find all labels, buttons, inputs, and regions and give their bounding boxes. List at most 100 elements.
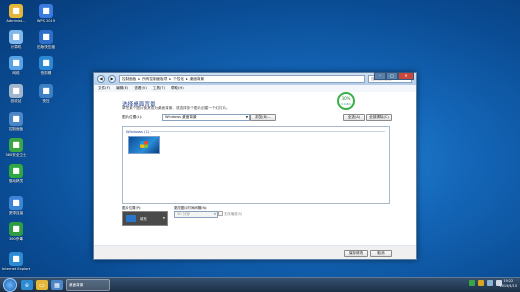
network-icon: ■ <box>9 56 23 70</box>
wps-icon: ■ <box>39 4 53 18</box>
taskbar: e ▭ ▦ 桌面背景 19:22 2019/4/15 <box>0 277 520 292</box>
clip-icon: ■ <box>39 56 53 70</box>
desktop-icon[interactable]: ■ 回收站 <box>2 84 30 103</box>
desktop-icon-label: WPS 2019 <box>36 19 56 23</box>
menu-help[interactable]: 帮助(H) <box>171 85 184 92</box>
desktop-background-window: ◀ ▶ 控制面板▸ 所有控制面板项▸ 个性化▸ 桌面背景 搜索控制面板 – □ … <box>93 72 417 260</box>
shuffle-checkbox[interactable]: 无序播放(S) <box>218 211 242 216</box>
wallpaper-thumbnail[interactable] <box>128 136 160 154</box>
window-titlebar: ◀ ▶ 控制面板▸ 所有控制面板项▸ 个性化▸ 桌面背景 搜索控制面板 – □ … <box>94 72 416 85</box>
desktop-icon-label: 驱动精灵 <box>8 179 24 183</box>
wallpaper-list: Windows (1) <box>122 126 390 204</box>
close-icon[interactable]: ✕ <box>398 72 414 80</box>
position-preview-icon <box>126 215 136 222</box>
clear-all-button[interactable]: 全部清除(C) <box>366 114 392 121</box>
forward-icon[interactable]: ▶ <box>108 75 116 83</box>
desktop-icon-label: 回收站 <box>10 99 22 103</box>
interval-value: 30 分钟 <box>177 212 190 216</box>
select-all-button[interactable]: 全选(A) <box>343 114 365 121</box>
position-select[interactable]: 填充 ▼ <box>122 211 168 226</box>
desktop-icon[interactable]: ■ 驱动精灵 <box>2 164 30 183</box>
system-tray <box>469 280 502 286</box>
clock-date: 2019/4/15 <box>499 284 517 288</box>
group-divider <box>151 131 385 132</box>
desktop-icon-label: 360安全卫士 <box>5 153 27 157</box>
desktop-icon[interactable]: ■ 快压 <box>32 84 60 103</box>
flag-tray-icon[interactable] <box>478 280 484 286</box>
menu-edit[interactable]: 编辑(E) <box>116 85 128 92</box>
chevron-down-icon: ▼ <box>162 216 165 220</box>
doc-icon: ■ <box>39 30 53 44</box>
checkbox-icon <box>218 211 223 216</box>
ie-icon: ■ <box>9 252 23 266</box>
location-value: Windows 桌面背景 <box>165 115 197 119</box>
antivirus-icon: ■ <box>9 222 23 236</box>
zip-icon: ■ <box>39 84 53 98</box>
explorer-icon[interactable]: ▭ <box>36 280 48 290</box>
page-description: 单击某个图片使其成为桌面背景，或选择多个图片创建一个幻灯片。 <box>122 106 230 110</box>
position-label: 图片位置(P): <box>122 206 142 210</box>
back-icon[interactable]: ◀ <box>97 75 105 83</box>
desktop-icon-label: 控制面板 <box>8 127 24 131</box>
desktop-icon-label: 宽带连接 <box>8 211 24 215</box>
interval-label: 更改图片时间间隔(N): <box>174 206 208 210</box>
clock[interactable]: 19:22 2019/4/15 <box>500 279 517 289</box>
group-label: Windows (1) <box>126 129 150 134</box>
computer-icon: ■ <box>9 30 23 44</box>
desktop-icon-label: 网络 <box>12 71 20 75</box>
minimize-icon[interactable]: – <box>374 72 386 80</box>
broadband-icon: ■ <box>9 196 23 210</box>
network-tray-icon[interactable] <box>487 280 493 286</box>
dialog-footer: 保存修改 取消 <box>94 245 416 259</box>
desktop-icon[interactable]: ■ 快剪辑 <box>32 56 60 75</box>
desktop-icon-label: 快剪辑 <box>40 71 52 75</box>
address-bar[interactable]: 控制面板 ▸ 所有控制面板项 ▸ 个性化 ▸ 桌面背景 <box>119 75 365 83</box>
badge-speed: 0.1KB/s <box>341 103 351 106</box>
menu-file[interactable]: 文件(F) <box>98 85 110 92</box>
badge-percent: 30% <box>341 96 351 101</box>
chevron-down-icon: ▼ <box>213 212 216 216</box>
chevron-down-icon: ▼ <box>245 115 248 119</box>
desktop-icon[interactable]: ■ 360安全卫士 <box>2 138 30 157</box>
cancel-button[interactable]: 取消 <box>370 250 392 257</box>
location-label: 图片位置(L): <box>122 115 143 119</box>
location-select[interactable]: Windows 桌面背景 ▼ <box>162 114 250 121</box>
desktop-icon[interactable]: ■ 计算机 <box>2 30 30 49</box>
breadcrumb-item[interactable]: 控制面板 <box>122 77 136 82</box>
desktop-icon-label: Administ... <box>6 19 26 23</box>
control-panel-icon[interactable]: ▦ <box>51 280 63 290</box>
breadcrumb-item[interactable]: 桌面背景 <box>190 77 204 82</box>
shield-icon: ■ <box>9 138 23 152</box>
desktop-icon[interactable]: ■ 宽带连接 <box>2 196 30 215</box>
maximize-icon[interactable]: □ <box>386 72 398 80</box>
desktop-icon-label: 360杀毒 <box>8 237 24 241</box>
recycle-bin-icon: ■ <box>9 84 23 98</box>
driver-icon: ■ <box>9 164 23 178</box>
desktop-icon[interactable]: ■ Administ... <box>2 4 30 23</box>
breadcrumb-item[interactable]: 个性化 <box>173 77 184 82</box>
menu-view[interactable]: 查看(V) <box>134 85 146 92</box>
interval-select[interactable]: 30 分钟 ▼ <box>174 211 218 218</box>
user-folder-icon: ■ <box>9 4 23 18</box>
menu-tools[interactable]: 工具(T) <box>153 85 165 92</box>
shuffle-label: 无序播放(S) <box>224 212 243 216</box>
position-value: 填充 <box>140 217 147 221</box>
desktop-icon[interactable]: ■ 网络 <box>2 56 30 75</box>
ie-icon[interactable]: e <box>21 280 33 290</box>
save-button[interactable]: 保存修改 <box>344 250 368 257</box>
breadcrumb-item[interactable]: 所有控制面板项 <box>142 77 167 82</box>
desktop-icon[interactable]: ■ 360杀毒 <box>2 222 30 241</box>
network-speed-badge[interactable]: 30% 0.1KB/s <box>337 92 355 110</box>
browse-button[interactable]: 浏览(B)... <box>250 114 276 121</box>
taskbar-task-desktop-background[interactable]: 桌面背景 <box>66 279 110 291</box>
desktop-icon[interactable]: ■ Internet Explorer <box>2 252 30 271</box>
security-tray-icon[interactable] <box>469 280 475 286</box>
start-button[interactable] <box>3 278 17 292</box>
desktop-icon[interactable]: ■ 旧版快压缩 <box>32 30 60 49</box>
desktop-icon[interactable]: ■ WPS 2019 <box>32 4 60 23</box>
window-controls: – □ ✕ <box>374 72 414 80</box>
desktop-icon[interactable]: ■ 控制面板 <box>2 112 30 131</box>
window-content: 选择桌面背景 单击某个图片使其成为桌面背景，或选择多个图片创建一个幻灯片。 图片… <box>94 92 416 259</box>
desktop-icon-label: 旧版快压缩 <box>37 45 55 49</box>
desktop-icon-label: 快压 <box>42 99 50 103</box>
